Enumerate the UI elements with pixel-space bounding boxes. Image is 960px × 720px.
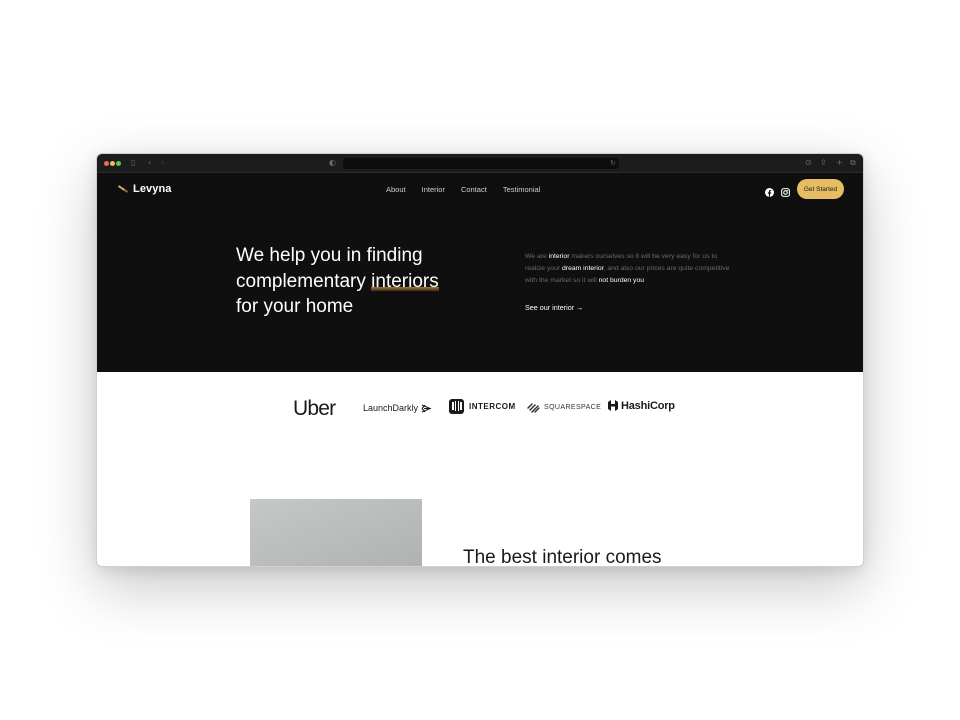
hero-headline: We help you in finding complementary int…: [236, 243, 466, 320]
headline-highlight: interiors: [371, 270, 439, 292]
hashicorp-text: HashiCorp: [621, 399, 675, 412]
partner-logos: Uber LaunchDarkly INTERCOM SQUARESPACE H…: [97, 372, 863, 442]
nav-link-about[interactable]: About: [386, 185, 406, 194]
intercom-mark-icon: [449, 399, 464, 414]
squarespace-mark-icon: [527, 403, 540, 413]
facebook-icon[interactable]: [765, 184, 774, 197]
intercom-text: INTERCOM: [469, 402, 516, 411]
privacy-icon[interactable]: ◐: [329, 158, 336, 168]
hero-description: We are interior makers ourselves so it w…: [525, 253, 730, 284]
browser-window: ▯ ‹ › ◐ ↻ ⊙ ⇪ + ⧉ Levyna About Interior: [96, 153, 864, 567]
hero-section: Levyna About Interior Contact Testimonia…: [97, 173, 863, 372]
sidebar-icon[interactable]: ▯: [131, 158, 135, 168]
hashicorp-logo: HashiCorp: [607, 399, 675, 412]
zoom-window-button[interactable]: [116, 161, 121, 166]
instagram-icon[interactable]: [781, 184, 790, 197]
browser-toolbar: ▯ ‹ › ◐ ↻ ⊙ ⇪ + ⧉: [97, 154, 863, 173]
hashicorp-mark-icon: [608, 400, 618, 411]
squarespace-logo: SQUARESPACE: [527, 402, 601, 413]
forward-icon[interactable]: ›: [161, 158, 164, 168]
address-bar[interactable]: ↻: [343, 158, 619, 169]
headline-line-2: complementary: [236, 270, 372, 292]
see-our-interior-link[interactable]: See our interior →: [525, 303, 583, 312]
brand-name: Levyna: [133, 183, 172, 195]
nav-menu: About Interior Contact Testimonial: [386, 185, 540, 194]
intercom-logo: INTERCOM: [449, 399, 516, 414]
interior-photo: [250, 499, 422, 566]
section-heading: The best interior comes: [463, 547, 662, 567]
tabs-icon[interactable]: ⧉: [850, 158, 856, 168]
minimize-window-button[interactable]: [110, 161, 115, 166]
new-tab-icon[interactable]: +: [836, 158, 843, 168]
nav-link-contact[interactable]: Contact: [461, 185, 487, 194]
close-window-button[interactable]: [104, 161, 109, 166]
headline-line-1: We help you in finding: [236, 245, 423, 266]
nav-link-interior[interactable]: Interior: [422, 185, 445, 194]
site-nav: Levyna About Interior Contact Testimonia…: [97, 173, 863, 207]
squarespace-text: SQUARESPACE: [544, 404, 602, 411]
reload-icon[interactable]: ↻: [610, 158, 616, 169]
launchdarkly-text: LaunchDarkly: [363, 403, 419, 413]
back-icon[interactable]: ‹: [148, 158, 151, 168]
launchdarkly-logo: LaunchDarkly: [363, 403, 432, 413]
section-heading-highlight: best interior: [501, 547, 601, 567]
get-started-button[interactable]: Get Started: [797, 179, 844, 199]
launchdarkly-arrow-icon: [421, 403, 432, 413]
brand-logo[interactable]: Levyna: [117, 183, 172, 195]
share-icon[interactable]: ⇪: [820, 158, 827, 168]
download-icon[interactable]: ⊙: [805, 158, 812, 168]
uber-logo: Uber: [293, 397, 336, 420]
social-links: [765, 184, 790, 197]
logo-mark-icon: [117, 185, 129, 193]
headline-line-3: for your home: [236, 296, 354, 317]
nav-link-testimonial[interactable]: Testimonial: [503, 185, 541, 194]
